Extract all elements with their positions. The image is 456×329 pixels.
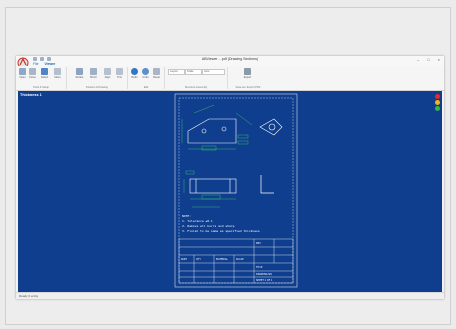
title-cell: PART — [181, 258, 187, 261]
title-cell: MATERIAL — [216, 258, 228, 261]
move-button[interactable]: Move — [53, 68, 62, 82]
undo-arrow-icon — [142, 68, 149, 75]
title-block-text: PART QTY MATERIAL SCALE REV TITLE DRAWIN… — [181, 242, 273, 282]
title-cell: SCALE — [236, 258, 244, 261]
group-label-structure: Structure Assembly — [184, 86, 208, 89]
ribbon-group-edit: Redo Undo Reset Edit — [128, 67, 165, 89]
save-icon[interactable] — [33, 57, 37, 61]
trim-button[interactable]: Trim — [115, 68, 124, 82]
align-button[interactable]: Align — [103, 68, 112, 82]
front-dimensions — [183, 170, 236, 208]
folder-icon — [19, 68, 26, 75]
group-label-position: Position & Drawing — [86, 86, 108, 89]
cad-drawing[interactable]: NOTE: 1. Tolerance ±0.1 2. Remove all bu… — [174, 91, 298, 292]
title-cell: QTY — [196, 258, 201, 261]
title-cell: DRAWING NO — [256, 273, 272, 276]
undo-button[interactable]: Undo — [141, 68, 150, 82]
ribbon-group-export: Export Save as / Export PDF — [228, 67, 268, 89]
cursor-icon — [41, 68, 48, 75]
title-bar: ABViewer - .pdf (Drawing Sections) – □ ×… — [16, 56, 444, 69]
status-green-indicator[interactable] — [435, 106, 440, 111]
title-cell: REV — [256, 242, 261, 245]
part-front-view — [189, 178, 237, 194]
undo-icon[interactable] — [40, 57, 44, 61]
move-icon — [54, 68, 61, 75]
select-button[interactable]: Select — [40, 68, 49, 82]
maximize-button[interactable]: □ — [427, 57, 429, 62]
title-block — [178, 238, 294, 284]
mirror-icon — [90, 68, 97, 75]
status-text: Ready 0 entity — [19, 294, 39, 298]
close-file-button[interactable]: Close — [28, 68, 37, 82]
status-bar: Ready 0 entity — [16, 292, 444, 299]
window-controls: – □ × — [417, 57, 440, 62]
ribbon: Open Close Select Move Tools & Setup Rot… — [16, 66, 444, 91]
minimize-button[interactable]: – — [417, 57, 419, 62]
mirror-button[interactable]: Mirror — [89, 68, 98, 82]
part-top-view — [187, 118, 237, 144]
scale-field[interactable]: Scale — [185, 69, 202, 75]
ribbon-group-tools: Open Close Select Move Tools & Setup — [16, 67, 67, 89]
status-red-indicator[interactable] — [435, 94, 440, 99]
app-window: ABViewer - .pdf (Drawing Sections) – □ ×… — [16, 56, 444, 299]
drawing-notes: NOTE: 1. Tolerance ±0.1 2. Remove all bu… — [182, 214, 260, 233]
open-button[interactable]: Open — [18, 68, 27, 82]
part-side-view — [259, 118, 283, 136]
export-button[interactable]: Export — [243, 68, 252, 82]
quick-access-toolbar — [33, 57, 51, 61]
status-yellow-indicator[interactable] — [435, 100, 440, 105]
rotate-icon — [76, 68, 83, 75]
trim-icon — [116, 68, 123, 75]
group-label-export: Save as / Export PDF — [235, 86, 261, 89]
ribbon-group-structure: Layout Scale Auto Structure Assembly — [165, 67, 228, 89]
reset-icon — [153, 68, 160, 75]
redo-icon[interactable] — [47, 57, 51, 61]
close-doc-icon — [29, 68, 36, 75]
window-title: ABViewer - .pdf (Drawing Sections) — [201, 57, 259, 61]
export-icon — [244, 68, 251, 75]
group-label-tools: Tools & Setup — [32, 86, 49, 89]
ribbon-group-position: Rotate Mirror Align Trim Position & Draw… — [67, 67, 128, 89]
rotate-button[interactable]: Rotate — [75, 68, 84, 82]
title-cell: TITLE — [256, 266, 263, 269]
part-bent-view — [260, 175, 274, 194]
reset-button[interactable]: Reset — [152, 68, 161, 82]
layout-field[interactable]: Layout — [168, 69, 185, 75]
redo-button[interactable]: Redo — [130, 68, 139, 82]
note-line: 1. Tolerance ±0.1 — [182, 219, 213, 223]
drawing-canvas[interactable]: Thickness 1 NOTE: 1. Tolerance ±0.1 2. R… — [18, 91, 442, 292]
canvas-title: Thickness 1 — [20, 93, 42, 97]
redo-arrow-icon — [131, 68, 138, 75]
auto-field[interactable]: Auto — [202, 69, 225, 75]
note-line: 3. Finish to be same as specified thickn… — [182, 229, 260, 233]
note-line: NOTE: — [182, 214, 191, 218]
note-line: 2. Remove all burrs and sharp — [182, 224, 235, 228]
close-button[interactable]: × — [438, 57, 440, 62]
group-label-edit: Edit — [143, 86, 149, 89]
align-icon — [104, 68, 111, 75]
title-cell: SHEET 1 OF 1 — [256, 279, 273, 282]
